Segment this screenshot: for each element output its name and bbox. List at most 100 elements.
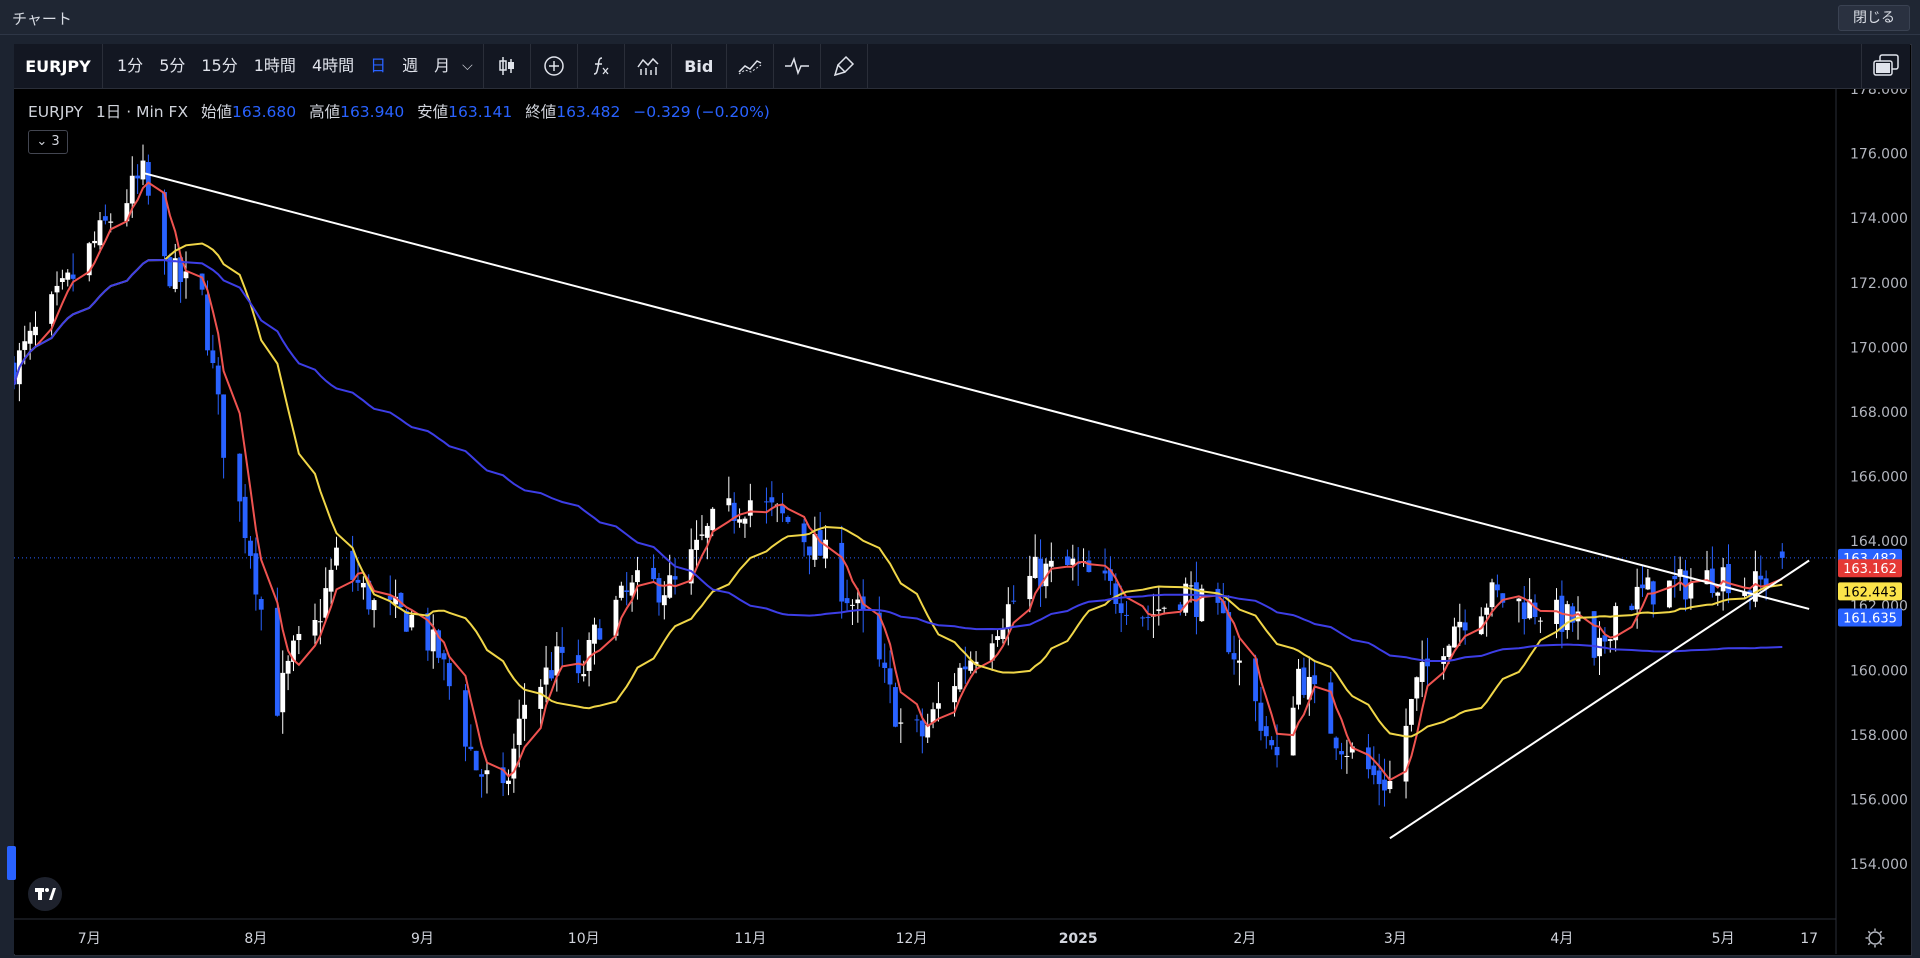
candle-body (285, 660, 291, 674)
candle-body (1339, 751, 1344, 755)
candle-body (140, 160, 146, 180)
chevron-down-icon[interactable]: ⌵ (458, 58, 477, 74)
interval-5m[interactable]: 5分 (151, 44, 193, 88)
price-label: 163.162 (1843, 562, 1897, 577)
interval-15m[interactable]: 15分 (193, 44, 245, 88)
candle-body (1301, 667, 1307, 695)
candle-body (919, 720, 925, 737)
candle-body (355, 579, 361, 583)
candle-body (334, 547, 339, 566)
pulse-icon[interactable] (774, 44, 821, 88)
interval-week[interactable]: 週 (394, 44, 426, 88)
candle-body (97, 220, 103, 246)
candle-body (1274, 746, 1280, 756)
candle-body (1032, 556, 1038, 578)
candlestick-icon[interactable] (484, 44, 531, 88)
candle-body (522, 704, 528, 719)
candle-body (651, 567, 656, 580)
candle-body (1457, 621, 1463, 628)
candle-body (1494, 584, 1500, 591)
interval-1m[interactable]: 1分 (109, 44, 151, 88)
y-tick-label: 166.000 (1850, 470, 1908, 486)
price-chart[interactable]: 154.000156.000158.000160.000162.000164.0… (14, 89, 1910, 954)
candle-body (543, 667, 549, 685)
interval-month[interactable]: 月 (426, 44, 458, 88)
candle-body (823, 539, 828, 559)
candle-body (882, 662, 888, 669)
indicators-icon[interactable] (625, 44, 672, 88)
candle-body (1462, 622, 1468, 631)
candle-body (635, 570, 640, 583)
low-label: 安値 (417, 103, 449, 121)
candle-body (801, 523, 807, 543)
candle-body (785, 516, 791, 522)
interval-group: 1分 5分 15分 1時間 4時間 日 週 月 ⌵ (103, 44, 484, 88)
candle-body (430, 629, 436, 652)
plus-circle-icon[interactable] (531, 44, 578, 88)
candle-body (1645, 577, 1651, 590)
candle-body (506, 780, 511, 784)
candle-body (1489, 582, 1495, 608)
x-tick-label: 9月 (411, 931, 434, 947)
candle-body (898, 722, 904, 724)
open-label: 始値 (201, 103, 233, 121)
candle-body (1408, 699, 1414, 725)
function-icon[interactable] (578, 44, 625, 88)
y-tick-label: 174.000 (1850, 211, 1908, 227)
candle-body (1145, 616, 1151, 618)
candle-body (102, 216, 108, 221)
chart-background (14, 89, 1910, 954)
candle-body (1070, 558, 1076, 565)
candle-body (129, 175, 135, 204)
brush-icon[interactable] (821, 44, 868, 88)
tradingview-logo-icon (28, 877, 62, 911)
close-button[interactable]: 閉じる (1838, 5, 1910, 31)
candle-body (516, 718, 522, 745)
candle-body (957, 667, 963, 690)
line-compare-icon[interactable] (727, 44, 774, 88)
candle-body (710, 508, 716, 531)
candle-body (694, 539, 699, 550)
candle-body (65, 272, 71, 280)
layout-icon[interactable] (1861, 44, 1910, 88)
y-tick-label: 176.000 (1850, 147, 1908, 163)
candle-body (205, 294, 210, 351)
candle-body (850, 604, 855, 606)
candle-body (672, 576, 678, 580)
candle-body (49, 294, 55, 324)
candle-body (1269, 740, 1275, 746)
high-value: 163.940 (340, 103, 405, 121)
y-tick-label: 170.000 (1850, 340, 1908, 356)
candle-body (1258, 702, 1264, 731)
side-panel-toggle[interactable] (7, 846, 16, 880)
candle-body (1231, 653, 1237, 660)
indicator-collapse-button[interactable]: ⌄ 3 (28, 130, 68, 154)
y-tick-label: 164.000 (1850, 534, 1908, 550)
candle-body (33, 326, 38, 336)
x-tick-label: 2025 (1059, 931, 1098, 947)
x-tick-label: 17 (1800, 931, 1818, 947)
candle-body (1199, 588, 1205, 622)
high-label: 高値 (309, 103, 341, 121)
candle-body (1296, 668, 1301, 705)
symbol-button[interactable]: EURJPY (14, 44, 103, 88)
interval-4h[interactable]: 4時間 (304, 44, 362, 88)
window-title: チャート (12, 10, 72, 28)
candle-body (350, 550, 356, 580)
candle-body (1709, 568, 1715, 593)
price-label: 161.635 (1843, 612, 1897, 627)
candle-body (893, 687, 898, 727)
bid-button[interactable]: Bid (672, 44, 727, 88)
candle-body (145, 162, 151, 196)
candle-body (952, 686, 957, 703)
candle-body (210, 350, 216, 364)
legend-interval: 1日 (95, 103, 122, 121)
y-tick-label: 154.000 (1850, 857, 1908, 873)
price-label: 162.443 (1843, 585, 1897, 600)
candle-body (1666, 580, 1672, 608)
interval-day[interactable]: 日 (362, 44, 394, 88)
candle-body (1048, 560, 1054, 567)
candle-body (704, 525, 710, 538)
candle-body (581, 674, 587, 677)
interval-1h[interactable]: 1時間 (246, 44, 304, 88)
